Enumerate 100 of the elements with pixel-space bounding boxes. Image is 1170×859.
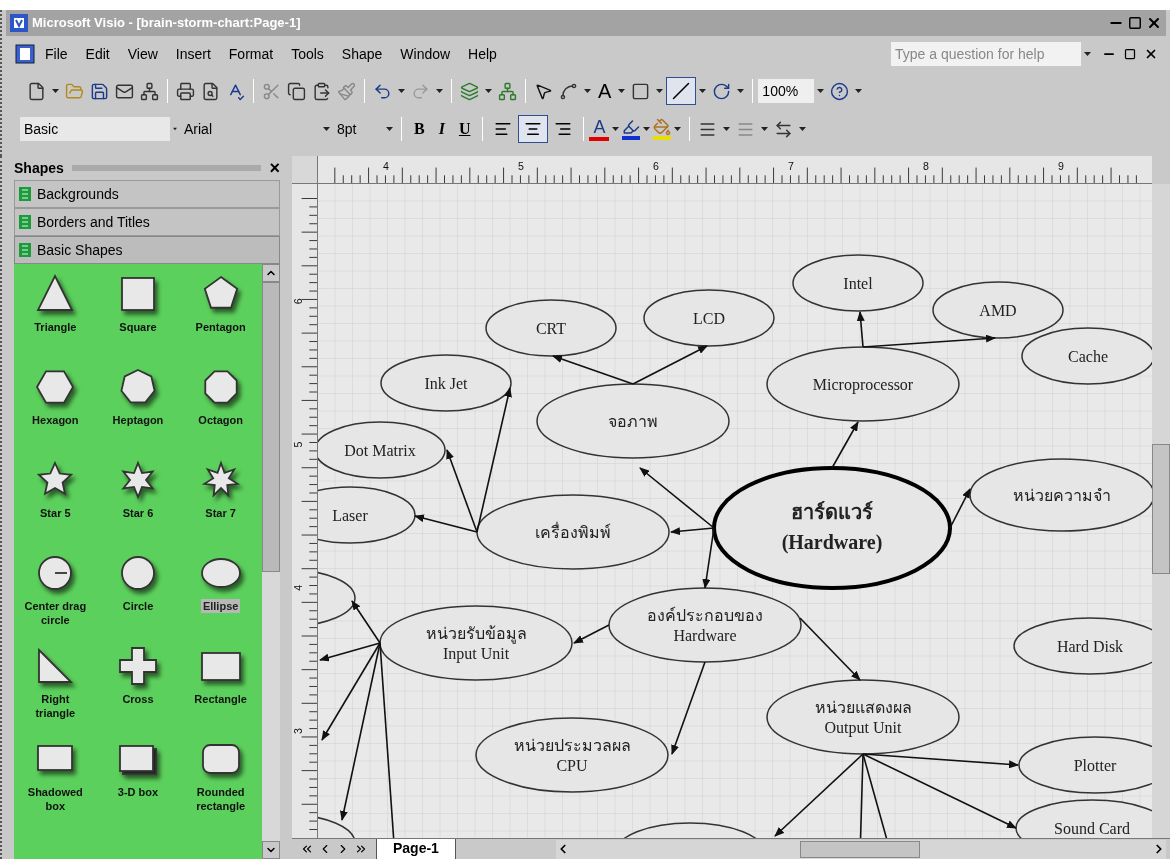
ellipse-node[interactable] [476, 494, 670, 570]
align-button[interactable] [518, 115, 549, 143]
shape-label[interactable]: Pentagon [184, 320, 257, 334]
shape-label[interactable]: Star 5 [19, 506, 92, 520]
shape-label[interactable]: Center drag circle [19, 599, 92, 627]
shape-label[interactable]: Hexagon [19, 413, 92, 427]
ellipse-node[interactable] [380, 354, 512, 412]
connector-arrow[interactable] [856, 311, 865, 348]
page-tab[interactable]: Page-1 [376, 838, 456, 859]
paste-icon[interactable] [312, 81, 331, 101]
connector-arrow[interactable] [862, 753, 1017, 829]
caret-icon[interactable] [584, 89, 591, 93]
close-icon[interactable] [1146, 15, 1162, 31]
caret-icon[interactable] [436, 89, 443, 93]
restore-icon[interactable] [1128, 16, 1142, 30]
shape-label[interactable]: Octagon [184, 413, 257, 427]
copy-icon[interactable] [287, 81, 306, 101]
zoom-field[interactable]: 100% [758, 79, 815, 103]
caret-icon[interactable] [674, 127, 682, 131]
italic-button[interactable]: I [431, 117, 452, 141]
connector-arrow[interactable] [573, 624, 610, 644]
stencil-header[interactable]: Borders and Titles [14, 208, 280, 236]
line-color-icon[interactable] [622, 118, 641, 136]
connector-tool-icon[interactable] [559, 81, 578, 101]
connector-arrow[interactable] [552, 355, 634, 385]
ellipse-node[interactable] [536, 383, 730, 459]
scrollbar[interactable] [262, 264, 280, 859]
font-color-button[interactable]: A [589, 117, 610, 141]
caret-icon[interactable] [323, 127, 330, 131]
shape-label[interactable]: Heptagon [102, 413, 174, 427]
shape-label[interactable]: Triangle [19, 320, 92, 334]
caret-icon[interactable] [737, 89, 745, 93]
caret-icon[interactable] [855, 89, 863, 93]
caret-icon[interactable] [52, 89, 59, 93]
connector-arrow[interactable] [351, 600, 381, 644]
caret-icon[interactable] [761, 127, 769, 131]
caret-icon[interactable] [799, 127, 807, 131]
shape-label[interactable]: Cross [102, 692, 174, 706]
menu-item[interactable]: Shape [332, 43, 392, 65]
fill-color-icon[interactable] [653, 118, 672, 136]
caret-icon[interactable] [723, 127, 731, 131]
stencil-header[interactable]: Backgrounds [14, 180, 280, 208]
connector-arrow[interactable] [702, 527, 715, 589]
connector-arrow[interactable] [639, 467, 715, 529]
caret-icon[interactable] [485, 89, 492, 93]
new-file-icon[interactable] [27, 81, 46, 101]
connector-arrow[interactable] [774, 753, 864, 837]
close-icon[interactable] [1144, 47, 1158, 61]
style-field[interactable]: Basic [20, 117, 170, 141]
text-tool[interactable]: A [594, 81, 616, 101]
ellipse-node[interactable] [712, 466, 952, 590]
shape-label[interactable]: Star 7 [184, 506, 257, 520]
help-icon[interactable] [830, 81, 850, 101]
network-icon[interactable] [140, 81, 159, 101]
connector-arrow[interactable] [670, 527, 715, 536]
connector-arrow[interactable] [799, 617, 861, 681]
bold-button[interactable]: B [407, 117, 432, 141]
shape-label[interactable]: Rectangle [184, 692, 257, 706]
caret-icon[interactable] [1084, 52, 1091, 56]
connector-arrow[interactable] [831, 421, 859, 469]
shape-label[interactable]: Rounded rectangle [184, 785, 257, 813]
ellipse-node[interactable] [643, 289, 775, 347]
caret-icon[interactable] [656, 89, 664, 93]
connector-arrow[interactable] [476, 387, 512, 533]
connector-arrow[interactable] [319, 642, 381, 662]
menu-item[interactable]: File [36, 43, 77, 65]
connector-arrow[interactable] [446, 449, 478, 533]
shape-label[interactable]: Shadowed box [19, 785, 92, 813]
help-field[interactable]: Type a question for help [891, 42, 1081, 66]
line-ends-icon[interactable] [774, 119, 794, 139]
ellipse-node[interactable] [932, 281, 1064, 339]
scrollbar[interactable] [1152, 184, 1170, 838]
first-page-icon[interactable] [300, 842, 314, 856]
caret-icon[interactable] [173, 127, 177, 131]
document-icon[interactable] [14, 43, 36, 65]
preview-icon[interactable] [201, 81, 220, 101]
connector-arrow[interactable] [671, 661, 706, 755]
save-icon[interactable] [90, 81, 109, 101]
connector-arrow[interactable] [321, 642, 381, 741]
underline-button[interactable]: U [451, 117, 478, 141]
shape-icon[interactable] [116, 644, 160, 688]
rotate-icon[interactable] [712, 81, 732, 101]
print-icon[interactable] [176, 81, 195, 101]
ellipse-node[interactable] [485, 299, 617, 357]
shape-label[interactable]: Right triangle [19, 692, 92, 720]
connector-arrow[interactable] [949, 488, 971, 529]
shape-label[interactable]: Square [102, 320, 174, 334]
ellipse-node[interactable] [766, 679, 960, 755]
connector-arrow[interactable] [414, 514, 478, 533]
menu-item[interactable]: Format [219, 43, 283, 65]
ellipse-node[interactable] [792, 254, 924, 312]
ellipse-node[interactable] [379, 605, 573, 681]
stencil-header[interactable]: Basic Shapes [14, 236, 280, 264]
menu-item[interactable]: Edit [76, 43, 119, 65]
caret-icon[interactable] [618, 89, 626, 93]
connector-arrow[interactable] [862, 753, 1019, 769]
shape-label[interactable]: Circle [102, 599, 174, 613]
shape-label[interactable]: Star 6 [102, 506, 174, 520]
scrollbar[interactable] [555, 839, 1166, 859]
restore-icon[interactable] [1124, 48, 1136, 60]
